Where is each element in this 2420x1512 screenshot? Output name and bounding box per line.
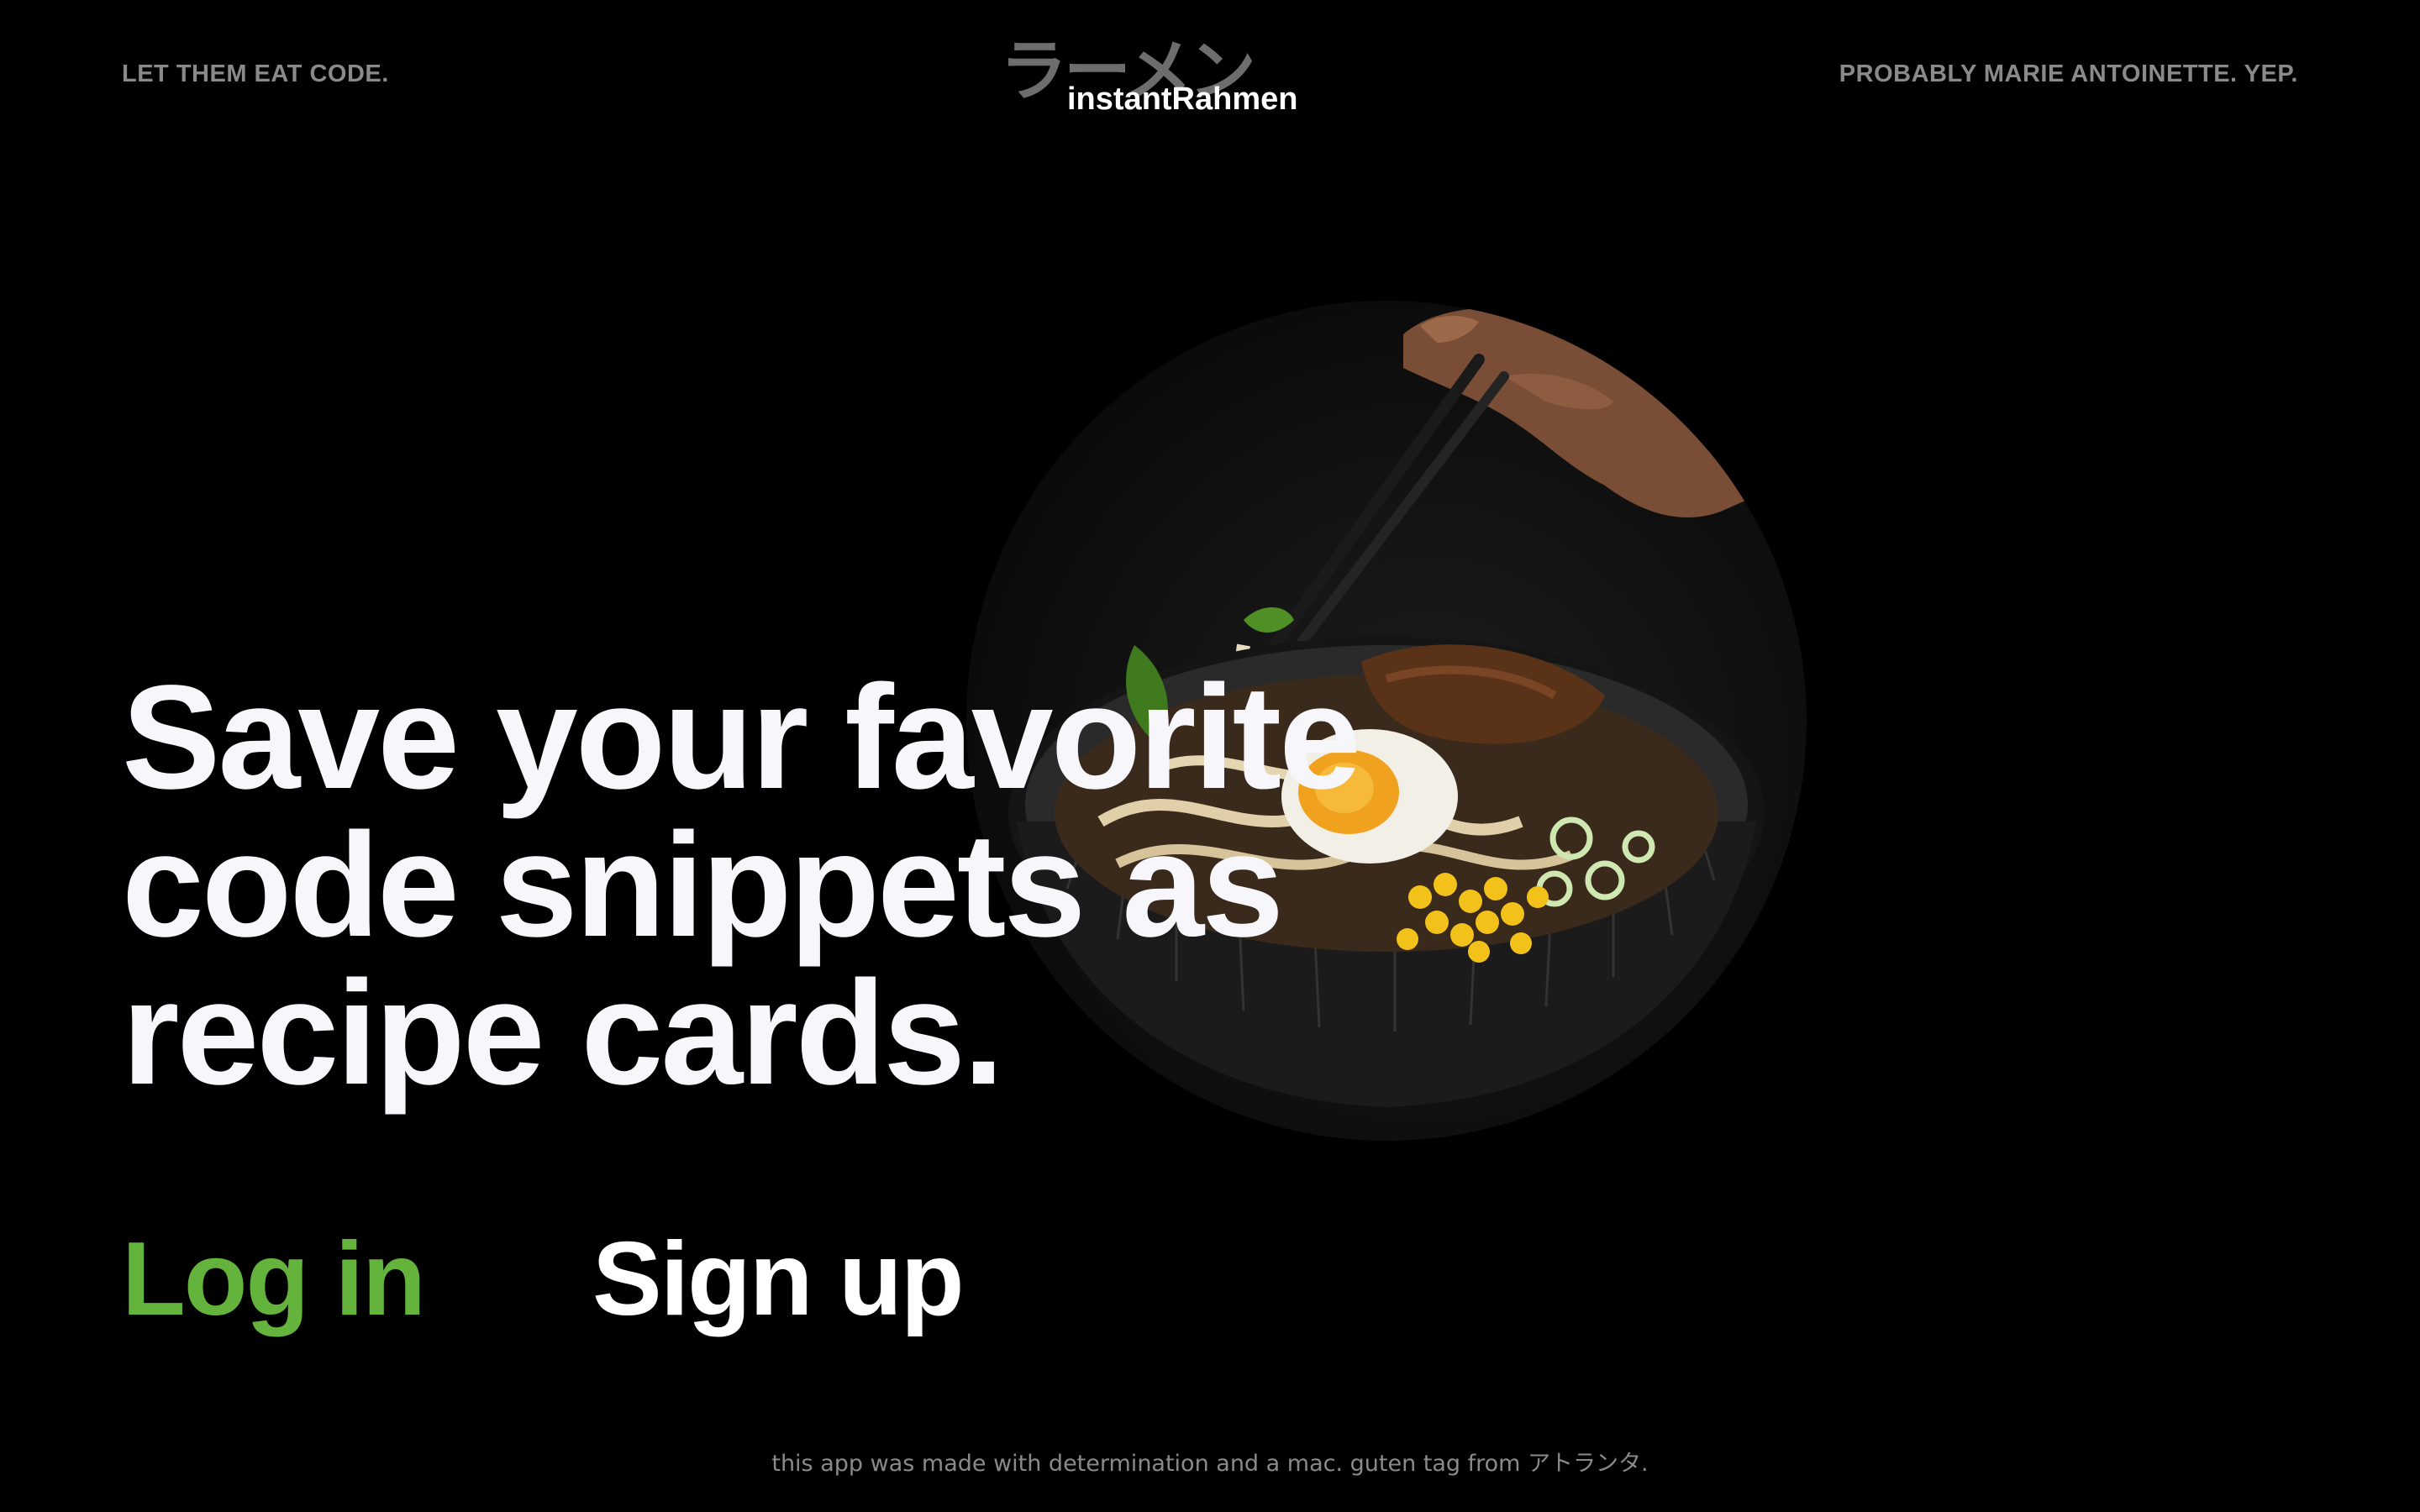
headline-line: recipe cards. [122, 951, 1004, 1116]
tagline-right: PROBABLY MARIE ANTOINETTE. YEP. [1839, 60, 2298, 87]
signup-link[interactable]: Sign up [592, 1222, 965, 1337]
headline-line: code snippets as [122, 803, 1284, 968]
login-link[interactable]: Log in [122, 1222, 426, 1337]
app-logo[interactable]: ラーメン instantRahmen [1000, 38, 1302, 130]
hero-headline: Save your favorite code snippets as reci… [122, 664, 1550, 1107]
logo-wordmark: instantRahmen [1067, 81, 1298, 117]
footer-note: this app was made with determination and… [771, 1451, 1649, 1477]
tagline-left: LET THEM EAT CODE. [122, 60, 389, 87]
headline-line: Save your favorite [122, 655, 1361, 820]
